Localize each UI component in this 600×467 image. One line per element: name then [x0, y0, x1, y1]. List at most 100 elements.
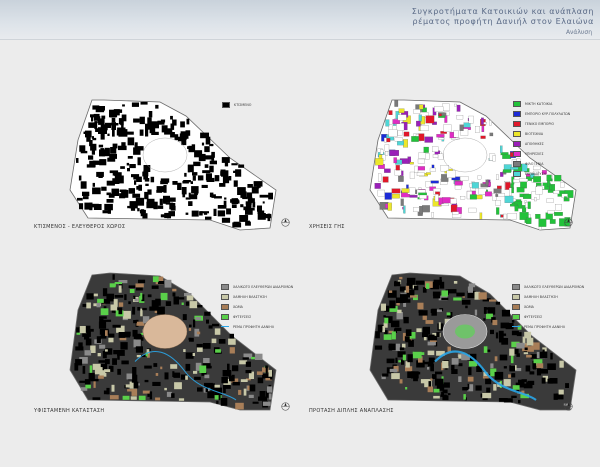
legend-label: ΓΕΝΙΚΟ ΕΜΠΟΡΙΟ	[525, 121, 555, 126]
building-footprint	[480, 135, 486, 139]
building-footprint	[429, 167, 436, 172]
building-footprint	[492, 319, 498, 326]
building-footprint	[388, 129, 398, 138]
building-footprint	[391, 320, 400, 328]
building-footprint	[185, 212, 189, 215]
building-footprint	[96, 302, 101, 308]
building-footprint	[483, 318, 486, 321]
building-footprint	[434, 194, 439, 202]
building-footprint	[142, 390, 150, 394]
legend-swatch	[513, 100, 521, 107]
building-footprint	[502, 154, 512, 159]
building-footprint	[190, 181, 193, 184]
building-footprint	[99, 316, 107, 319]
legend-item: ΒΙΟΤΕΧΝΙΑ	[513, 130, 570, 137]
building-footprint	[378, 173, 382, 182]
building-footprint	[549, 219, 556, 224]
building-footprint	[88, 155, 94, 160]
building-footprint	[409, 195, 418, 198]
building-footprint	[414, 371, 421, 375]
building-footprint	[127, 137, 135, 146]
building-footprint	[194, 376, 201, 380]
building-footprint	[98, 360, 106, 363]
building-footprint	[121, 360, 129, 365]
building-footprint	[430, 378, 433, 381]
building-footprint	[183, 349, 186, 352]
building-footprint	[518, 399, 521, 404]
building-footprint	[132, 193, 141, 198]
building-footprint	[538, 218, 547, 227]
building-footprint	[384, 168, 391, 173]
building-footprint	[394, 280, 397, 287]
building-footprint	[232, 365, 239, 372]
building-footprint	[211, 338, 217, 344]
building-footprint	[424, 136, 433, 143]
legend-label: ΧΑΜΗΛΗ ΒΛΑΣΤΗΣΗ	[524, 294, 558, 299]
building-footprint	[267, 213, 271, 222]
legend-label: ΦΙΛΟΞΕΝΙΑ	[525, 161, 544, 166]
building-footprint	[185, 301, 190, 306]
header-band: Συγκροτήματα Κατοικιών και ανάπλαση ρέμα…	[0, 0, 600, 40]
building-footprint	[201, 184, 208, 188]
legend-swatch	[513, 130, 521, 137]
building-footprint	[395, 357, 398, 363]
legend-label: ΦΥΤΕΥΣΕΙΣ	[233, 314, 252, 319]
building-footprint	[136, 186, 142, 190]
building-footprint	[219, 183, 226, 187]
building-footprint	[565, 383, 569, 388]
building-footprint	[489, 299, 497, 302]
building-footprint	[89, 365, 93, 373]
building-footprint	[375, 158, 384, 166]
building-footprint	[128, 188, 135, 194]
building-footprint	[526, 337, 534, 346]
building-footprint	[509, 187, 512, 196]
building-footprint	[86, 302, 91, 309]
building-footprint	[440, 164, 449, 172]
building-footprint	[446, 170, 456, 178]
legend-label: ΧΑΛΙΚΩΤΟ ΕΛΕΥΘΕΡΩΝ ΔΙΑΔΡΟΜΩΝ	[233, 284, 294, 289]
building-footprint	[492, 155, 496, 162]
building-footprint	[509, 365, 515, 372]
legend-label: ΧΑΜΗΛΗ ΒΛΑΣΤΗΣΗ	[233, 294, 267, 299]
building-footprint	[159, 198, 163, 206]
building-footprint	[212, 323, 220, 327]
building-footprint	[186, 295, 194, 301]
building-footprint	[133, 118, 140, 123]
building-footprint	[114, 295, 124, 298]
building-footprint	[139, 116, 145, 125]
page: Συγκροτήματα Κατοικιών και ανάπλαση ρέμα…	[0, 0, 600, 467]
building-footprint	[100, 134, 105, 140]
building-footprint	[407, 371, 415, 378]
building-footprint	[151, 285, 159, 289]
building-footprint	[191, 210, 199, 217]
building-footprint	[459, 124, 464, 131]
building-footprint	[92, 182, 95, 187]
building-footprint	[235, 402, 244, 410]
building-footprint	[535, 186, 543, 195]
building-footprint	[132, 306, 136, 315]
building-footprint	[160, 180, 168, 185]
building-footprint	[233, 170, 237, 173]
building-footprint	[428, 357, 435, 363]
building-footprint	[106, 180, 115, 186]
building-footprint	[252, 201, 256, 208]
building-footprint	[431, 308, 437, 316]
building-footprint	[119, 337, 127, 341]
building-footprint	[202, 170, 211, 174]
building-footprint	[516, 342, 525, 349]
building-footprint	[483, 346, 488, 353]
building-footprint	[245, 361, 251, 367]
building-footprint	[195, 317, 201, 320]
building-footprint	[75, 346, 84, 351]
building-footprint	[489, 132, 494, 137]
building-footprint	[383, 315, 386, 318]
building-footprint	[405, 329, 412, 336]
building-footprint	[527, 346, 534, 352]
building-footprint	[118, 285, 122, 293]
building-footprint	[196, 343, 203, 348]
legend-item: ΥΠΗΡΕΣΙΕΣ	[513, 150, 570, 157]
north-arrow-icon	[281, 218, 290, 227]
building-footprint	[198, 153, 206, 162]
building-footprint	[452, 211, 459, 215]
building-footprint	[112, 358, 117, 365]
